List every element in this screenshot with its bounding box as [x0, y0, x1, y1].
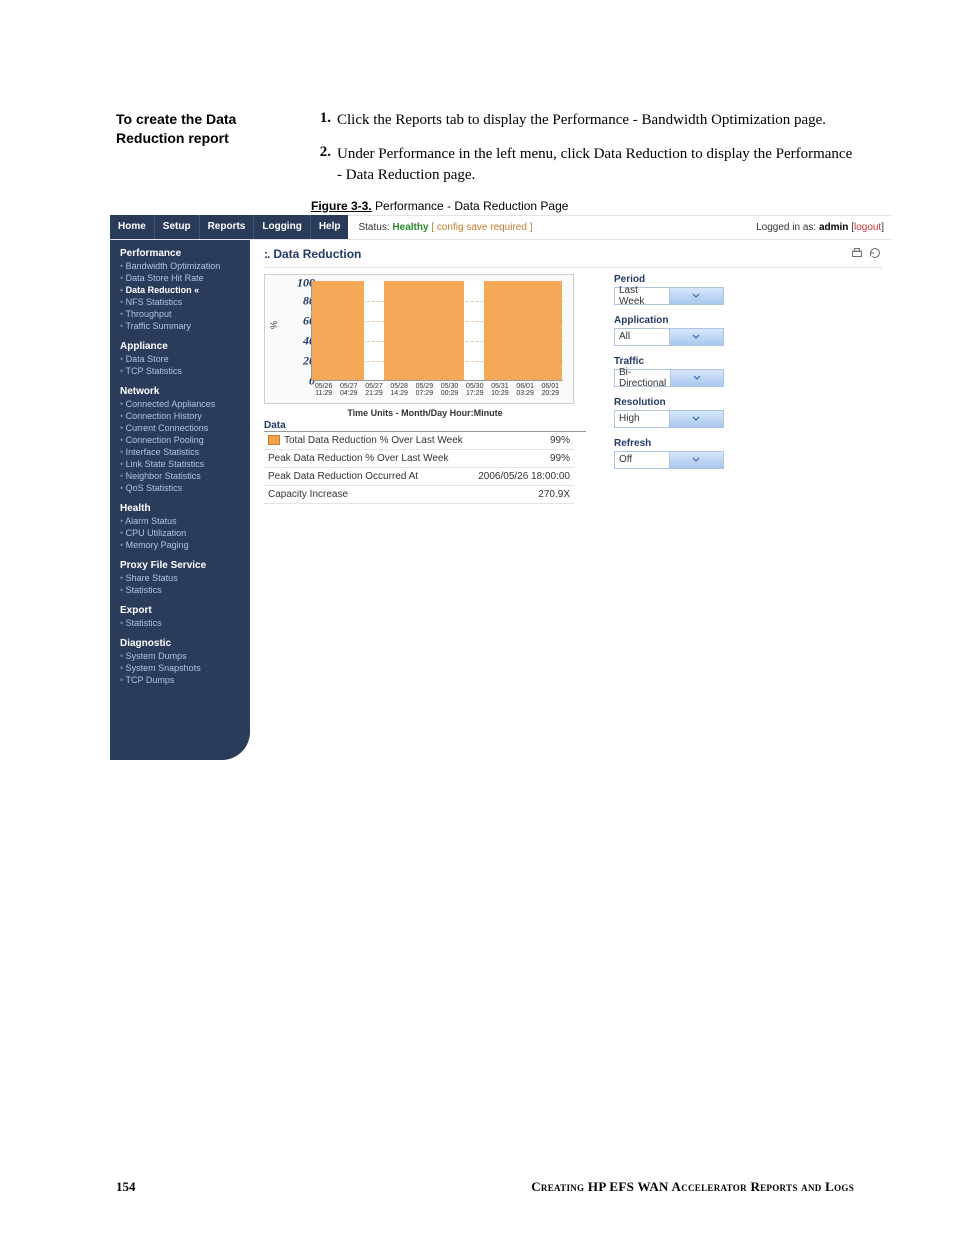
- sidebar-item[interactable]: System Snapshots: [120, 663, 242, 673]
- sidebar-item[interactable]: Traffic Summary: [120, 321, 242, 331]
- menu-help[interactable]: Help: [311, 215, 349, 239]
- chart-xlabel: Time Units - Month/Day Hour:Minute: [264, 408, 586, 418]
- period-select[interactable]: Last Week: [614, 287, 724, 305]
- step-text: Under Performance in the left menu, clic…: [337, 144, 854, 185]
- chevron-down-icon: [669, 329, 724, 345]
- sidebar-item[interactable]: TCP Statistics: [120, 366, 242, 376]
- chevron-down-icon: [669, 452, 724, 468]
- sidebar-item[interactable]: Link State Statistics: [120, 459, 242, 469]
- period-label: Period: [614, 274, 724, 285]
- sidebar-item[interactable]: CPU Utilization: [120, 528, 242, 538]
- sidebar-item[interactable]: Memory Paging: [120, 540, 242, 550]
- login-status: Logged in as: admin [logout]: [756, 222, 892, 233]
- traffic-select[interactable]: Bi-Directional: [614, 369, 724, 387]
- chart-xticks: 05/26 11:29 05/27 04:29 05/27 21:29 05/2…: [311, 383, 563, 398]
- sidebar-group: Export: [120, 605, 242, 616]
- traffic-label: Traffic: [614, 356, 724, 367]
- sidebar-item[interactable]: Interface Statistics: [120, 447, 242, 457]
- logout-link[interactable]: logout: [854, 222, 881, 233]
- data-table-title: Data: [264, 420, 586, 432]
- resolution-label: Resolution: [614, 397, 724, 408]
- table-row: Peak Data Reduction Occurred At2006/05/2…: [264, 467, 574, 485]
- refresh-label: Refresh: [614, 438, 724, 449]
- chart: % 0 20 40 60 80 100: [264, 274, 574, 404]
- sidebar-item[interactable]: Current Connections: [120, 423, 242, 433]
- chevron-down-icon: [670, 370, 723, 386]
- menu-reports[interactable]: Reports: [200, 215, 255, 239]
- sidebar-item[interactable]: Share Status: [120, 573, 242, 583]
- status-bar: Status: Healthy [ config save required ]: [348, 222, 756, 233]
- sidebar-group: Health: [120, 503, 242, 514]
- sidebar-item[interactable]: Statistics: [120, 585, 242, 595]
- sidebar-item[interactable]: Alarm Status: [120, 516, 242, 526]
- sidebar-item[interactable]: Statistics: [120, 618, 242, 628]
- sidebar-item[interactable]: Connected Appliances: [120, 399, 242, 409]
- refresh-select[interactable]: Off: [614, 451, 724, 469]
- chevron-down-icon: [669, 411, 724, 427]
- section-heading: To create the Data Reduction report: [116, 110, 311, 215]
- sidebar-item[interactable]: System Dumps: [120, 651, 242, 661]
- sidebar-item[interactable]: Data Store Hit Rate: [120, 273, 242, 283]
- sidebar: Performance Bandwidth Optimization Data …: [110, 240, 250, 760]
- legend-swatch: [268, 435, 280, 445]
- figure-caption: Figure 3-3. Performance - Data Reduction…: [311, 199, 854, 213]
- chevron-down-icon: [669, 288, 724, 304]
- resolution-select[interactable]: High: [614, 410, 724, 428]
- screenshot-region: Home Setup Reports Logging Help Status: …: [110, 215, 892, 760]
- step-text: Click the Reports tab to display the Per…: [337, 110, 854, 130]
- step-number: 2.: [311, 144, 331, 185]
- sidebar-item[interactable]: Data Store: [120, 354, 242, 364]
- table-row: Capacity Increase270.9X: [264, 485, 574, 503]
- sidebar-item-active[interactable]: Data Reduction «: [120, 285, 242, 295]
- chart-ylabel: %: [269, 321, 279, 329]
- sidebar-item[interactable]: Neighbor Statistics: [120, 471, 242, 481]
- menu-setup[interactable]: Setup: [155, 215, 200, 239]
- sidebar-item[interactable]: Throughput: [120, 309, 242, 319]
- sidebar-group: Diagnostic: [120, 638, 242, 649]
- application-label: Application: [614, 315, 724, 326]
- sidebar-group: Network: [120, 386, 242, 397]
- sidebar-item[interactable]: Connection History: [120, 411, 242, 421]
- print-icon[interactable]: [850, 246, 864, 263]
- sidebar-item[interactable]: NFS Statistics: [120, 297, 242, 307]
- sidebar-item[interactable]: Bandwidth Optimization: [120, 261, 242, 271]
- sidebar-group: Proxy File Service: [120, 560, 242, 571]
- sidebar-item[interactable]: QoS Statistics: [120, 483, 242, 493]
- sidebar-group: Performance: [120, 248, 242, 259]
- footer-title: Creating HP EFS WAN Accelerator Reports …: [312, 1179, 854, 1195]
- page-number: 154: [116, 1179, 312, 1195]
- panel-title: Data Reduction: [273, 247, 361, 261]
- main-menu: Home Setup Reports Logging Help: [110, 215, 348, 239]
- application-select[interactable]: All: [614, 328, 724, 346]
- table-row: Peak Data Reduction % Over Last Week99%: [264, 449, 574, 467]
- panel-dots: :.: [264, 247, 269, 261]
- sidebar-item[interactable]: Connection Pooling: [120, 435, 242, 445]
- menu-home[interactable]: Home: [110, 215, 155, 239]
- sidebar-group: Appliance: [120, 341, 242, 352]
- table-row: Total Data Reduction % Over Last Week99%: [264, 432, 574, 450]
- data-table: Total Data Reduction % Over Last Week99%…: [264, 432, 574, 504]
- step-number: 1.: [311, 110, 331, 130]
- refresh-icon[interactable]: [868, 246, 882, 263]
- sidebar-item[interactable]: TCP Dumps: [120, 675, 242, 685]
- menu-logging[interactable]: Logging: [254, 215, 310, 239]
